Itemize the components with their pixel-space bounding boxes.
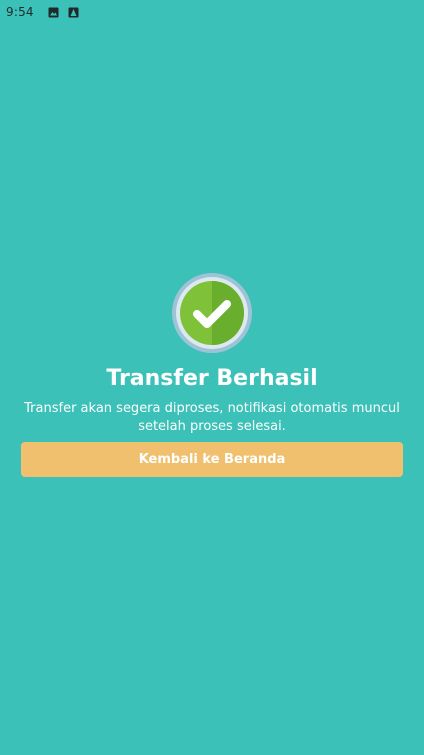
success-message: Transfer akan segera diproses, notifikas… xyxy=(24,401,400,434)
success-panel: Transfer Berhasil Transfer akan segera d… xyxy=(0,272,424,436)
status-bar: 9:54 xyxy=(0,0,424,24)
success-title: Transfer Berhasil xyxy=(106,366,318,391)
back-to-home-button[interactable]: Kembali ke Beranda xyxy=(21,442,403,477)
status-time: 9:54 xyxy=(6,5,34,19)
check-circle-icon xyxy=(172,273,252,353)
app-notification-icon xyxy=(68,7,79,18)
image-icon xyxy=(48,7,59,18)
